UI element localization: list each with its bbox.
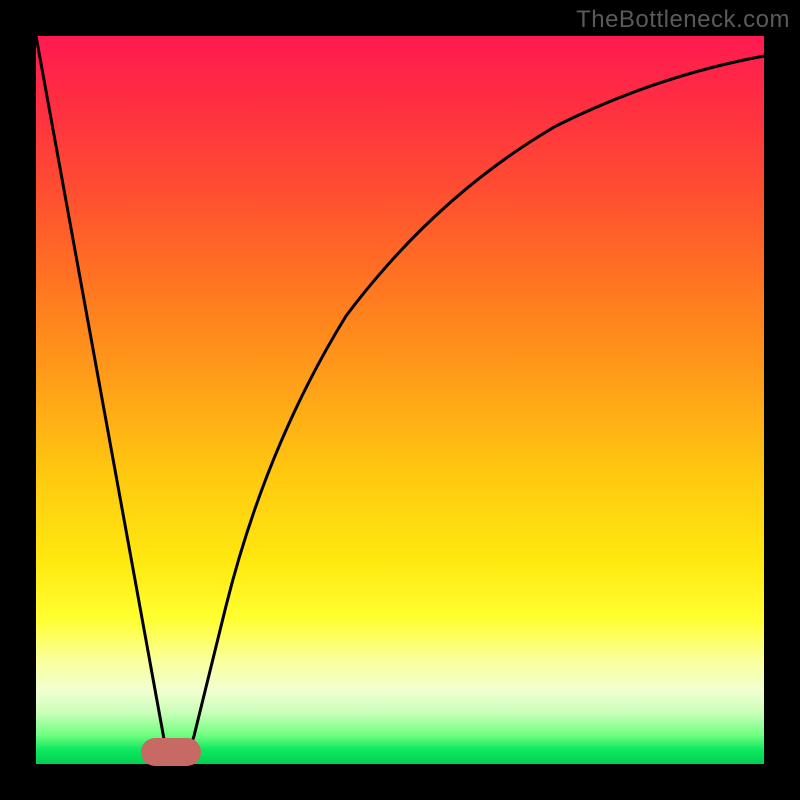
chart-frame: TheBottleneck.com <box>0 0 800 800</box>
plot-area <box>36 36 764 764</box>
curve-svg <box>36 36 764 764</box>
optimum-marker <box>141 738 201 766</box>
bottleneck-curve <box>36 36 764 756</box>
watermark-text: TheBottleneck.com <box>576 6 790 34</box>
